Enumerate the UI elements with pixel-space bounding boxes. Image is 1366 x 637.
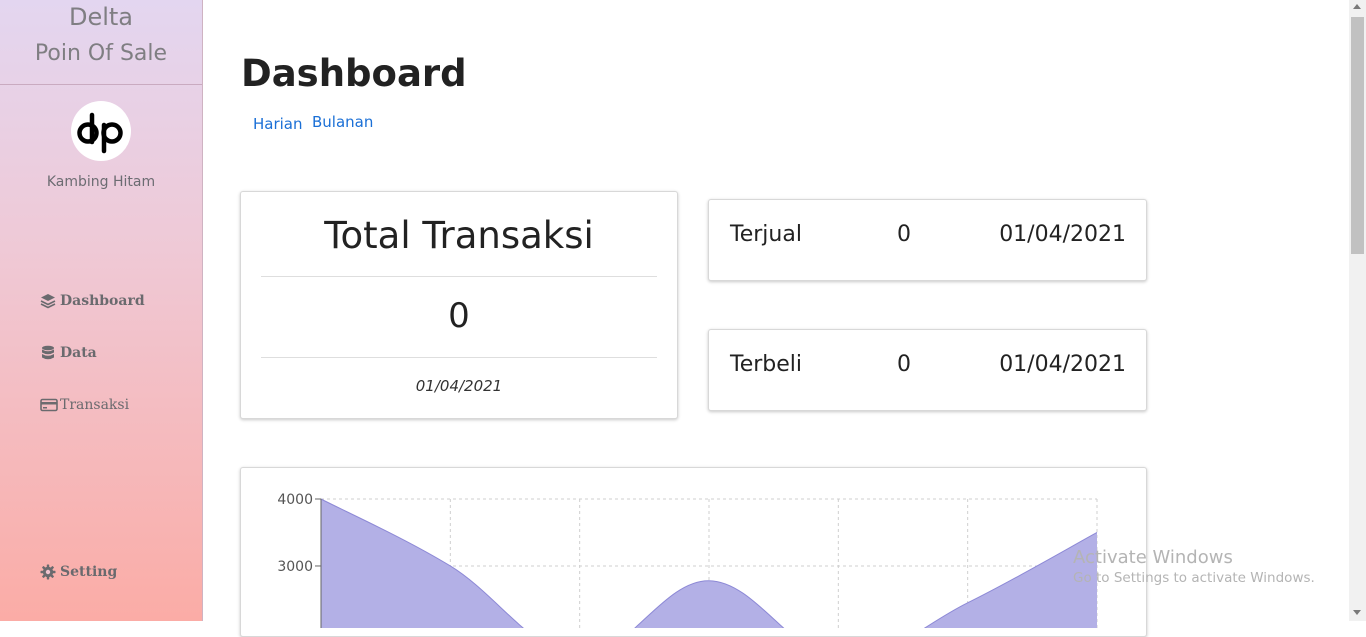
total-transaksi-title: Total Transaksi [324, 214, 594, 257]
terjual-card: Terjual 0 01/04/2021 [708, 199, 1147, 281]
terbeli-label: Terbeli [730, 352, 803, 377]
nav-dashboard-label: Dashboard [60, 293, 145, 309]
brand-subtitle: Poin Of Sale [34, 41, 168, 66]
credit-card-icon [40, 397, 58, 413]
divider [261, 276, 657, 277]
terjual-label: Terjual [730, 222, 802, 247]
terbeli-date: 01/04/2021 [999, 352, 1126, 377]
y-tick-label: 3000 [277, 559, 313, 575]
sidebar: Delta Poin Of Sale Kambing Hitam Dashboa… [0, 0, 203, 621]
avatar [71, 101, 131, 161]
database-icon [40, 345, 56, 361]
tab-harian[interactable]: Harian [253, 115, 303, 133]
nav-transaksi-label: Transaksi [60, 397, 130, 413]
watermark-title: Activate Windows [1073, 547, 1233, 568]
terbeli-card: Terbeli 0 01/04/2021 [708, 329, 1147, 411]
nav-setting-label: Setting [60, 564, 118, 580]
terjual-value: 0 [897, 222, 911, 247]
chart-card: 4000 3000 [240, 467, 1147, 637]
watermark-subtitle: Go to Settings to activate Windows. [1073, 570, 1315, 586]
page-title: Dashboard [241, 52, 467, 95]
total-transaksi-date: 01/04/2021 [415, 377, 503, 395]
windows-activation-watermark: Activate Windows Go to Settings to activ… [1073, 547, 1315, 586]
scroll-down-arrow-icon[interactable] [1353, 610, 1361, 615]
total-transaksi-value: 0 [448, 296, 470, 336]
nav-data-label: Data [60, 345, 97, 361]
avatar-logo-icon [77, 112, 123, 154]
gear-icon [40, 564, 56, 580]
nav-transaksi[interactable]: Transaksi [40, 397, 129, 413]
total-transaksi-card: Total Transaksi 0 01/04/2021 [240, 191, 678, 419]
vertical-scrollbar[interactable] [1349, 0, 1366, 621]
terjual-date: 01/04/2021 [999, 222, 1126, 247]
username: Kambing Hitam [46, 174, 156, 190]
terbeli-value: 0 [897, 352, 911, 377]
layers-icon [40, 293, 56, 309]
brand: Delta Poin Of Sale [0, 0, 202, 85]
nav-data[interactable]: Data [40, 345, 97, 361]
tab-bulanan[interactable]: Bulanan [312, 113, 373, 131]
divider [261, 357, 657, 358]
nav-setting[interactable]: Setting [40, 564, 117, 580]
nav-dashboard[interactable]: Dashboard [40, 293, 145, 309]
brand-name: Delta [68, 3, 134, 31]
area-chart: 4000 3000 [277, 492, 1098, 628]
scrollbar-thumb[interactable] [1351, 17, 1364, 254]
scroll-up-arrow-icon[interactable] [1353, 4, 1361, 9]
y-tick-label: 4000 [277, 492, 313, 508]
